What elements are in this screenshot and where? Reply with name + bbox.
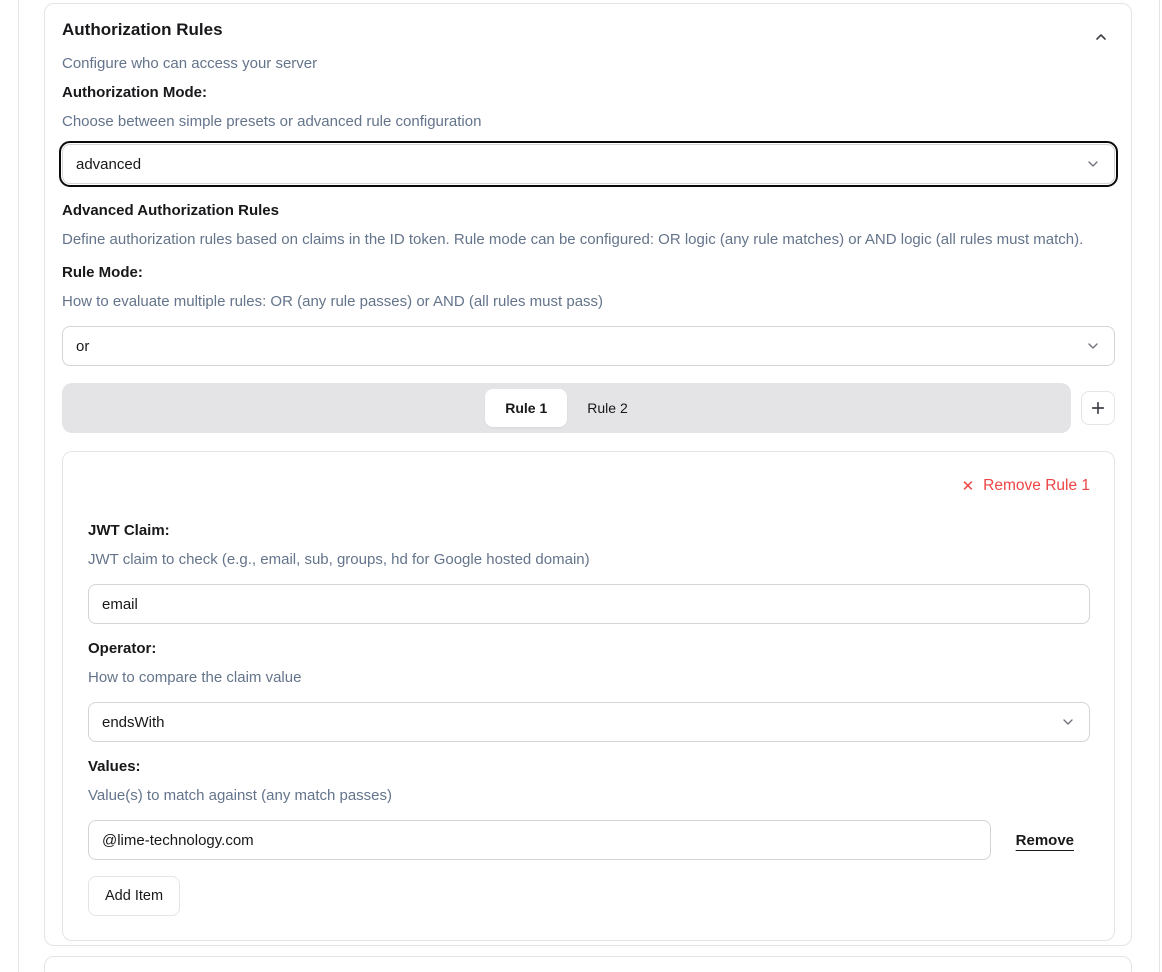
values-description: Value(s) to match against (any match pas…	[88, 786, 1090, 806]
chevron-down-icon	[1060, 714, 1076, 730]
rule-1-panel: ✕ Remove Rule 1 JWT Claim: JWT claim to …	[62, 451, 1115, 941]
tab-rule-2[interactable]: Rule 2	[567, 389, 647, 427]
remove-rule-label: Remove Rule 1	[983, 475, 1090, 497]
next-section-card	[44, 956, 1132, 972]
jwt-claim-label: JWT Claim:	[88, 521, 1090, 541]
value-input[interactable]	[88, 820, 991, 860]
chevron-up-icon	[1093, 29, 1109, 45]
operator-description: How to compare the claim value	[88, 668, 1090, 688]
operator-label: Operator:	[88, 639, 1090, 659]
operator-select[interactable]: endsWith	[88, 702, 1090, 742]
authorization-mode-description: Choose between simple presets or advance…	[62, 112, 1115, 132]
values-label: Values:	[88, 757, 1090, 777]
add-rule-button[interactable]	[1081, 391, 1115, 425]
rule-mode-select[interactable]: or	[62, 326, 1115, 366]
advanced-rules-heading: Advanced Authorization Rules	[62, 201, 1115, 221]
collapse-section-button[interactable]	[1089, 25, 1113, 49]
jwt-claim-input[interactable]	[88, 584, 1090, 624]
operator-value: endsWith	[102, 714, 165, 731]
remove-value-link[interactable]: Remove	[1016, 832, 1074, 849]
jwt-claim-description: JWT claim to check (e.g., email, sub, gr…	[88, 550, 1090, 570]
settings-page: Authorization Rules Configure who can ac…	[0, 0, 1162, 972]
tab-rule-1[interactable]: Rule 1	[485, 389, 567, 427]
rule-mode-label: Rule Mode:	[62, 263, 1115, 283]
remove-rule-row: ✕ Remove Rule 1	[88, 475, 1090, 497]
rule-mode-description: How to evaluate multiple rules: OR (any …	[62, 292, 1115, 312]
value-item-row: Remove	[88, 820, 1090, 860]
chevron-down-icon	[1085, 156, 1101, 172]
authorization-rules-card: Authorization Rules Configure who can ac…	[44, 3, 1132, 946]
authorization-mode-value: advanced	[76, 156, 141, 173]
card-header: Authorization Rules	[62, 19, 1115, 49]
section-subtitle: Configure who can access your server	[62, 54, 1115, 74]
x-icon: ✕	[962, 479, 975, 494]
rule-tabs-bar: Rule 1 Rule 2	[62, 383, 1071, 433]
chevron-down-icon	[1085, 338, 1101, 354]
authorization-mode-select[interactable]: advanced	[62, 144, 1115, 184]
advanced-rules-description: Define authorization rules based on clai…	[62, 230, 1115, 250]
add-item-button[interactable]: Add Item	[88, 876, 180, 916]
rule-tabs-row: Rule 1 Rule 2	[62, 383, 1115, 433]
page-frame: Authorization Rules Configure who can ac…	[18, 0, 1160, 972]
remove-rule-button[interactable]: ✕ Remove Rule 1	[962, 475, 1090, 497]
plus-icon	[1089, 399, 1107, 417]
section-title: Authorization Rules	[62, 19, 223, 41]
rule-mode-value: or	[76, 338, 89, 355]
authorization-mode-label: Authorization Mode:	[62, 83, 1115, 103]
